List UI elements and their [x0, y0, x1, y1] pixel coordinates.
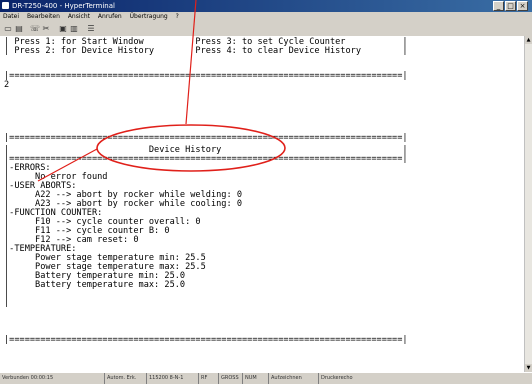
separator: |=======================================… — [4, 335, 408, 345]
menu-bearbeiten[interactable]: Bearbeiten — [27, 13, 60, 20]
disconnect-icon[interactable]: ✂ — [41, 24, 51, 34]
status-params: 115200 8-N-1 — [146, 373, 199, 384]
menu-uebertragung[interactable]: Übertragung — [130, 13, 168, 20]
menu-anrufen[interactable]: Anrufen — [98, 13, 122, 20]
receive-icon[interactable]: ▥ — [69, 24, 79, 34]
status-detect: Autom. Erk. — [104, 373, 147, 384]
history-line: | Battery temperature max: 25.0 — [4, 280, 186, 290]
menu-ansicht[interactable]: Ansicht — [68, 13, 90, 20]
open-icon[interactable]: ▤ — [14, 24, 24, 34]
menu-line-2: | Press 2: for Device History Press 4: t… — [4, 46, 408, 56]
menu-help[interactable]: ? — [176, 13, 179, 20]
status-record: Aufzeichnen — [268, 373, 319, 384]
status-connected: Verbunden 00:00:15 — [2, 375, 54, 381]
menu-bar: Datei Bearbeiten Ansicht Anrufen Übertra… — [0, 12, 532, 22]
separator: |=======================================… — [4, 133, 408, 143]
send-icon[interactable]: ▣ — [58, 24, 68, 34]
window-title: DR-T250-400 - HyperTerminal — [12, 2, 115, 10]
toolbar: ▭ ▤ ☏ ✂ ▣ ▥ ☰ — [0, 22, 532, 37]
status-num: NUM — [242, 373, 265, 384]
properties-icon[interactable]: ☰ — [86, 24, 96, 34]
phone-icon[interactable]: ☏ — [30, 24, 40, 34]
new-icon[interactable]: ▭ — [3, 24, 13, 34]
window-controls: _ □ × — [493, 1, 528, 11]
user-input: 2 — [4, 80, 10, 90]
separator: |=======================================… — [4, 154, 408, 164]
scroll-down-icon[interactable]: ▼ — [525, 364, 532, 372]
status-rf: RF — [198, 373, 219, 384]
scroll-up-icon[interactable]: ▲ — [525, 36, 532, 44]
close-button[interactable]: × — [517, 1, 528, 11]
separator: |=======================================… — [4, 71, 408, 81]
menu-datei[interactable]: Datei — [3, 13, 19, 20]
title-bar: DR-T250-400 - HyperTerminal _ □ × — [0, 0, 532, 12]
hyperterminal-icon — [2, 2, 9, 9]
minimize-button[interactable]: _ — [493, 1, 504, 11]
maximize-button[interactable]: □ — [505, 1, 516, 11]
vertical-scrollbar[interactable]: ▲ ▼ — [524, 36, 532, 372]
history-line: | — [4, 298, 10, 308]
status-echo: Druckerecho — [318, 373, 373, 384]
status-caps: GROSS — [218, 373, 243, 384]
status-bar: Verbunden 00:00:15 Autom. Erk. 115200 8-… — [0, 372, 532, 384]
